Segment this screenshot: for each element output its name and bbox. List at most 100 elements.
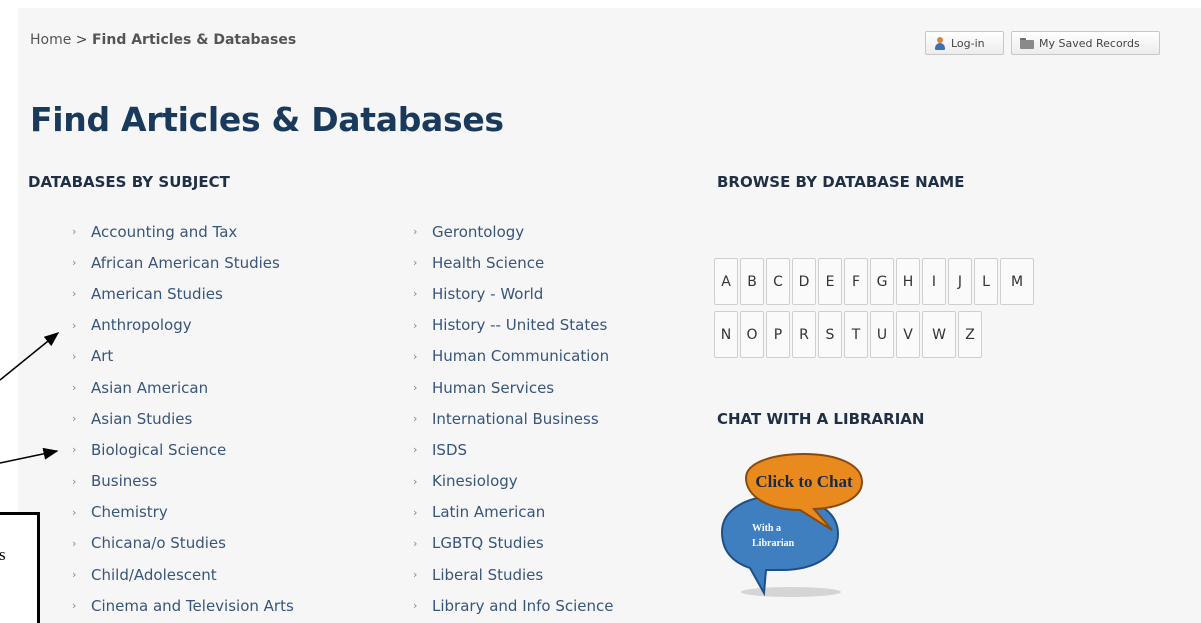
chevron-right-icon: › bbox=[413, 381, 418, 395]
chevron-right-icon: › bbox=[72, 225, 77, 239]
subject-label: Chemistry bbox=[91, 503, 168, 522]
letter-button-u[interactable]: U bbox=[870, 311, 894, 358]
subject-link[interactable]: › Accounting and Tax bbox=[72, 216, 294, 247]
subject-label: International Business bbox=[432, 409, 599, 428]
alphabet-row-2: NOPRSTUVWZ bbox=[714, 311, 982, 358]
subject-link[interactable]: › Art bbox=[72, 341, 294, 372]
subject-link[interactable]: › Library and Info Science bbox=[413, 590, 614, 621]
chevron-right-icon: › bbox=[72, 443, 77, 457]
chat-shadow bbox=[741, 587, 841, 597]
subject-link[interactable]: › Health Science bbox=[413, 247, 614, 278]
subject-link[interactable]: › History -- United States bbox=[413, 310, 614, 341]
subject-label: Asian American bbox=[91, 378, 209, 397]
subjects-heading: DATABASES BY SUBJECT bbox=[28, 173, 230, 191]
letter-button-j[interactable]: J bbox=[948, 258, 972, 305]
subject-link[interactable]: › Business bbox=[72, 466, 294, 497]
chevron-right-icon: › bbox=[413, 536, 418, 550]
chat-sub-line-2: Librarian bbox=[752, 538, 795, 549]
breadcrumb-home-link[interactable]: Home bbox=[30, 32, 71, 48]
page-title: Find Articles & Databases bbox=[30, 100, 504, 139]
chevron-right-icon: › bbox=[72, 412, 77, 426]
click-to-chat-button[interactable]: Click to Chat With a Librarian bbox=[716, 450, 866, 600]
subject-label: American Studies bbox=[91, 284, 223, 303]
chevron-right-icon: › bbox=[413, 474, 418, 488]
letter-button-f[interactable]: F bbox=[844, 258, 868, 305]
breadcrumb-current: Find Articles & Databases bbox=[91, 32, 297, 48]
subject-label: African American Studies bbox=[91, 253, 280, 272]
subject-label: Human Communication bbox=[432, 347, 610, 366]
subject-link[interactable]: › Chicana/o Studies bbox=[72, 528, 294, 559]
subject-label: Child/Adolescent bbox=[91, 565, 217, 584]
subject-link[interactable]: › Human Communication bbox=[413, 341, 614, 372]
subject-label: Kinesiology bbox=[432, 472, 518, 491]
letter-button-o[interactable]: O bbox=[740, 311, 764, 358]
chevron-right-icon: › bbox=[413, 443, 418, 457]
letter-button-t[interactable]: T bbox=[844, 311, 868, 358]
subject-link[interactable]: › Gerontology bbox=[413, 216, 614, 247]
subject-link[interactable]: › Kinesiology bbox=[413, 466, 614, 497]
subject-link[interactable]: › LGBTQ Studies bbox=[413, 528, 614, 559]
subject-label: Art bbox=[91, 347, 114, 366]
chevron-right-icon: › bbox=[72, 568, 77, 582]
saved-records-button[interactable]: My Saved Records bbox=[1011, 31, 1160, 55]
chat-bubble-text: Click to Chat bbox=[755, 472, 853, 491]
breadcrumb-separator: > bbox=[75, 32, 88, 48]
subject-label: Gerontology bbox=[432, 222, 525, 241]
login-button-label: Log-in bbox=[951, 36, 985, 50]
letter-button-r[interactable]: R bbox=[792, 311, 816, 358]
subject-link[interactable]: › Liberal Studies bbox=[413, 559, 614, 590]
letter-button-d[interactable]: D bbox=[792, 258, 816, 305]
subject-list-column-1: › Accounting and Tax › African American Stu… bbox=[72, 216, 294, 621]
subject-link[interactable]: › ISDS bbox=[413, 434, 614, 465]
chevron-right-icon: › bbox=[413, 318, 418, 332]
letter-button-g[interactable]: G bbox=[870, 258, 894, 305]
alphabet-row-1: ABCDEFGHIJLM bbox=[714, 258, 1034, 305]
letter-button-z[interactable]: Z bbox=[958, 311, 982, 358]
subject-link[interactable]: › Child/Adolescent bbox=[72, 559, 294, 590]
subject-link[interactable]: › Latin American bbox=[413, 497, 614, 528]
subject-link[interactable]: › Human Services bbox=[413, 372, 614, 403]
letter-button-m[interactable]: M bbox=[1000, 258, 1034, 305]
letter-button-e[interactable]: E bbox=[818, 258, 842, 305]
letter-button-a[interactable]: A bbox=[714, 258, 738, 305]
annotation-callout-text: s bbox=[0, 545, 6, 564]
chat-heading: CHAT WITH A LIBRARIAN bbox=[717, 410, 925, 428]
subject-label: Cinema and Television Arts bbox=[91, 596, 294, 615]
letter-button-i[interactable]: I bbox=[922, 258, 946, 305]
subject-link[interactable]: › Asian American bbox=[72, 372, 294, 403]
letter-button-w[interactable]: W bbox=[922, 311, 956, 358]
login-button[interactable]: Log-in bbox=[925, 31, 1004, 55]
subject-link[interactable]: › Anthropology bbox=[72, 310, 294, 341]
chevron-right-icon: › bbox=[413, 287, 418, 301]
letter-button-l[interactable]: L bbox=[974, 258, 998, 305]
letter-button-n[interactable]: N bbox=[714, 311, 738, 358]
subject-label: Health Science bbox=[432, 253, 545, 272]
chat-sub-line-1: With a bbox=[752, 523, 781, 534]
letter-button-v[interactable]: V bbox=[896, 311, 920, 358]
chevron-right-icon: › bbox=[72, 318, 77, 332]
chevron-right-icon: › bbox=[72, 349, 77, 363]
subject-link[interactable]: › International Business bbox=[413, 403, 614, 434]
chevron-right-icon: › bbox=[72, 505, 77, 519]
subject-label: History - World bbox=[432, 284, 544, 303]
letter-button-c[interactable]: C bbox=[766, 258, 790, 305]
chevron-right-icon: › bbox=[72, 536, 77, 550]
subject-link[interactable]: › Asian Studies bbox=[72, 403, 294, 434]
subject-link[interactable]: › Chemistry bbox=[72, 497, 294, 528]
subject-link[interactable]: › African American Studies bbox=[72, 247, 294, 278]
chevron-right-icon: › bbox=[413, 568, 418, 582]
subject-label: Business bbox=[91, 472, 158, 491]
chevron-right-icon: › bbox=[72, 381, 77, 395]
subject-link[interactable]: › American Studies bbox=[72, 278, 294, 309]
annotation-callout-box: s bbox=[0, 512, 40, 623]
chevron-right-icon: › bbox=[72, 474, 77, 488]
subject-link[interactable]: › History - World bbox=[413, 278, 614, 309]
chevron-right-icon: › bbox=[72, 287, 77, 301]
letter-button-h[interactable]: H bbox=[896, 258, 920, 305]
subject-link[interactable]: › Cinema and Television Arts bbox=[72, 590, 294, 621]
letter-button-b[interactable]: B bbox=[740, 258, 764, 305]
subject-link[interactable]: › Biological Science bbox=[72, 434, 294, 465]
letter-button-s[interactable]: S bbox=[818, 311, 842, 358]
chevron-right-icon: › bbox=[413, 599, 418, 613]
letter-button-p[interactable]: P bbox=[766, 311, 790, 358]
